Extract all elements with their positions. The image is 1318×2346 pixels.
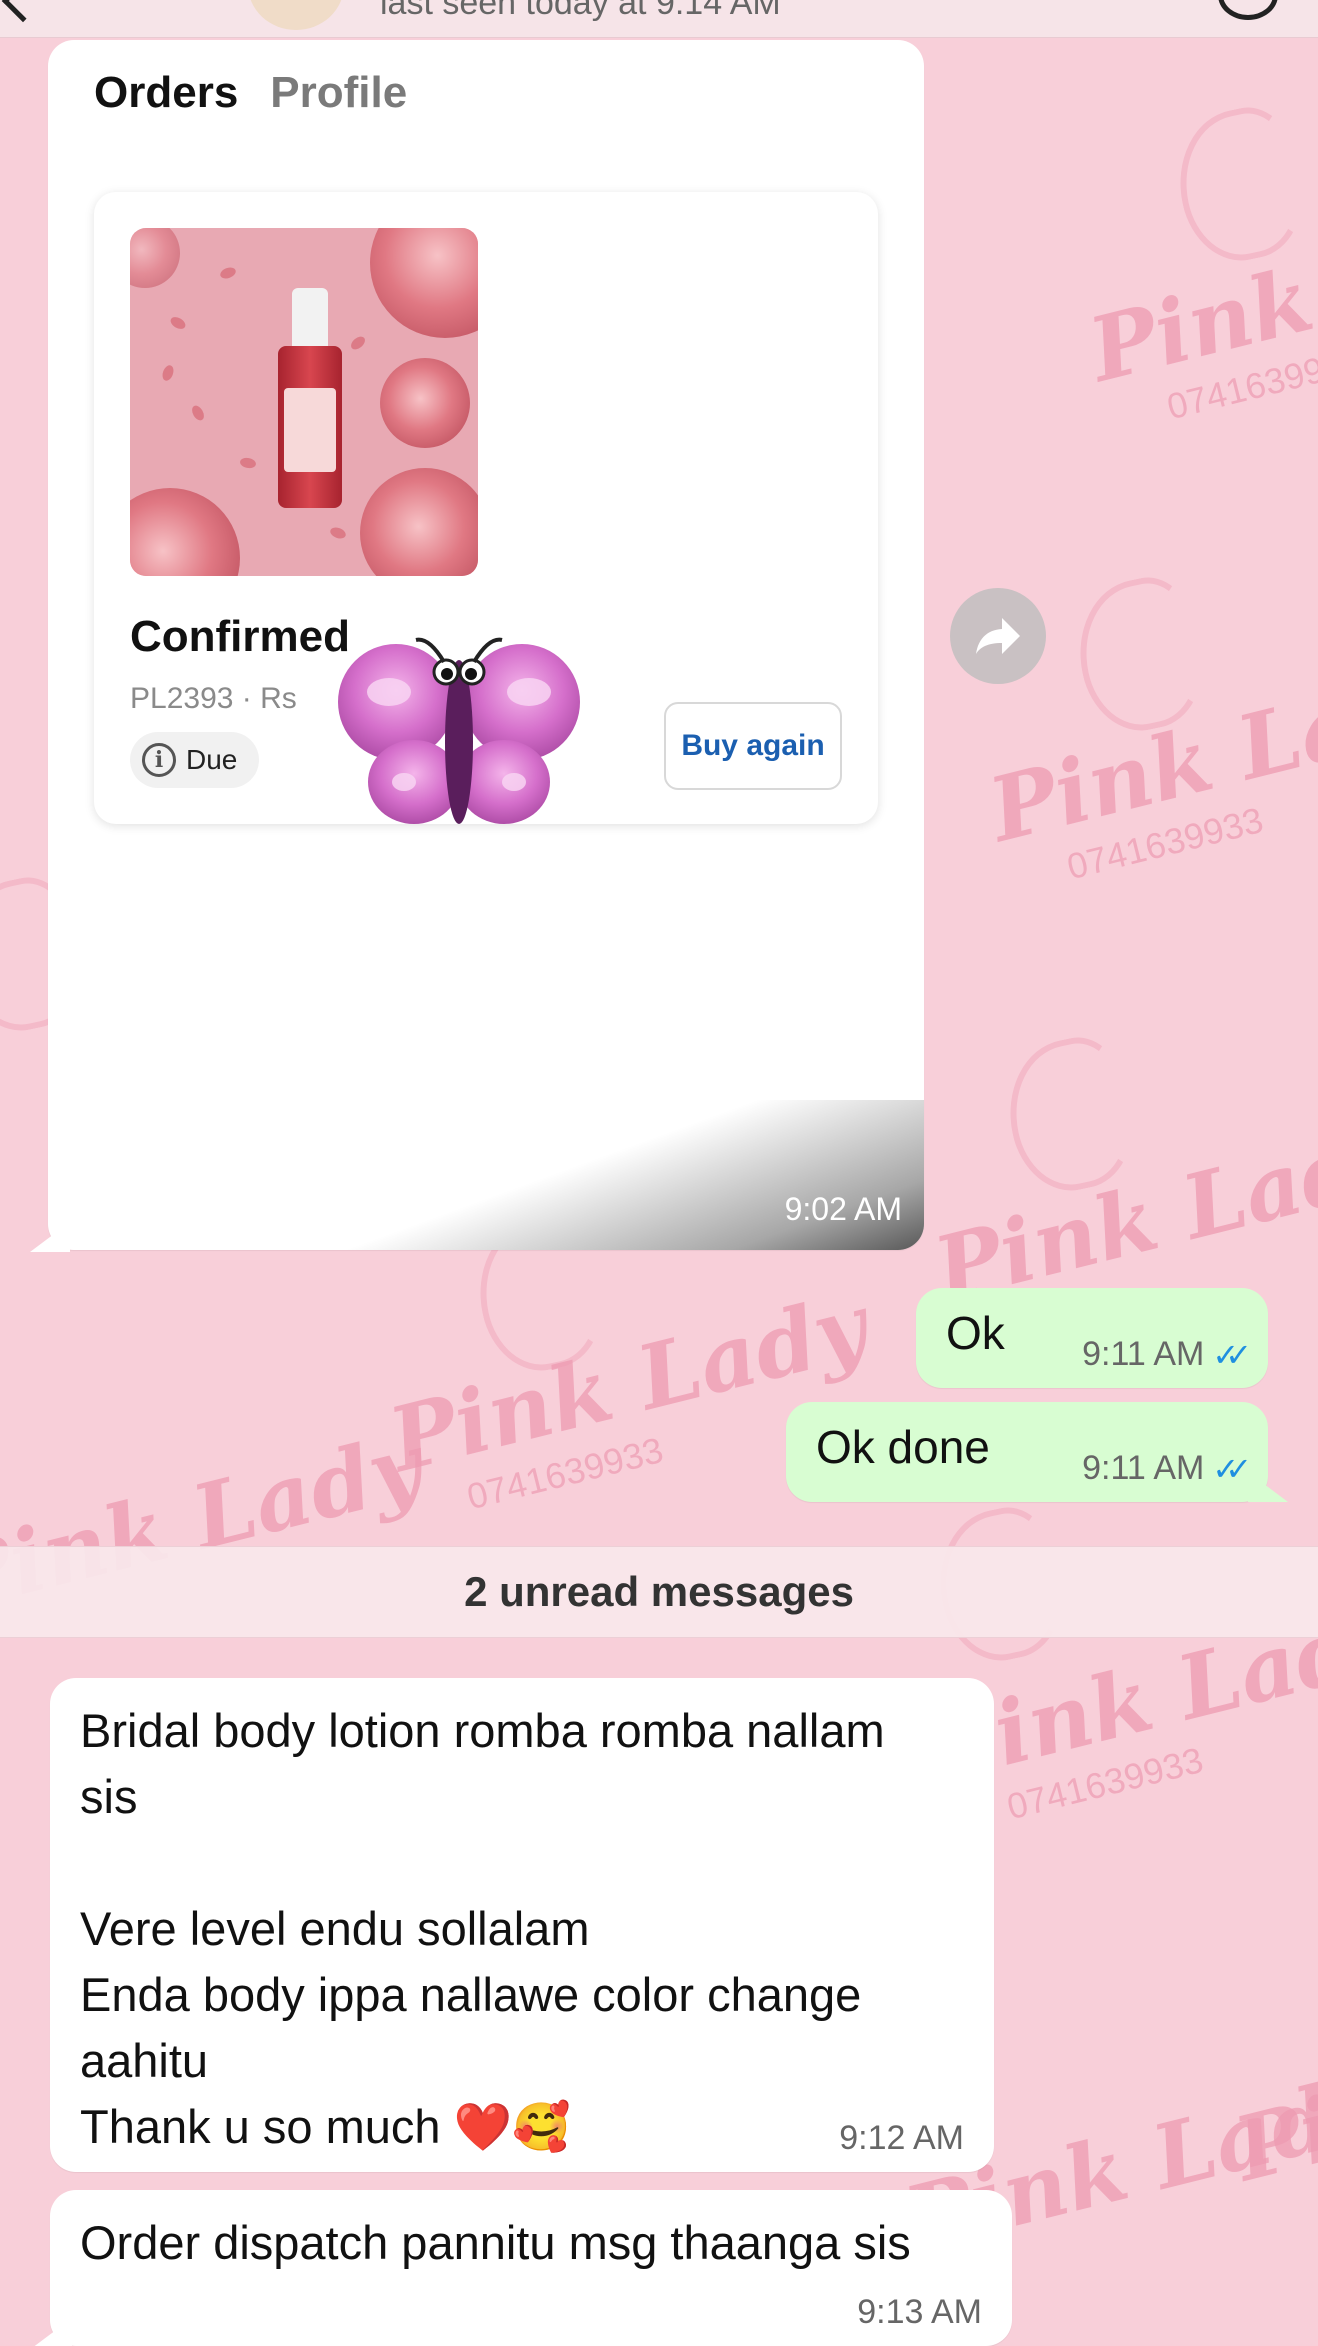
message-text: Order dispatch pannitu msg thaanga sis [80,2216,911,2269]
tab-orders[interactable]: Orders [94,68,238,118]
payment-status-label: Due [186,744,238,775]
message-text: Bridal body lotion romba romba nallam si… [80,1704,885,2153]
order-card[interactable]: Confirmed PL2393 · Rs i Due Buy again [94,192,878,824]
incoming-message[interactable]: Bridal body lotion romba romba nallam si… [50,1678,994,2172]
incoming-message[interactable]: Order dispatch pannitu msg thaanga sis 9… [32,2190,1012,2346]
message-timestamp: 9:12 AM [839,2119,964,2157]
unread-messages-divider: 2 unread messages [0,1546,1318,1638]
order-status: Confirmed [130,612,350,661]
last-seen-status: last seen today at 9:14 AM [380,0,781,22]
avatar[interactable] [248,0,344,30]
message-timestamp: 9:11 AM [1082,1335,1205,1373]
read-receipt-icon: ✓✓ [1212,1450,1251,1487]
buy-again-button[interactable]: Buy again [664,702,842,790]
message-meta: 9:11 AM ✓✓ [1082,1335,1252,1374]
forward-arrow-icon [976,618,1020,654]
chat-header[interactable]: last seen today at 9:14 AM [0,0,1318,38]
call-icon[interactable] [1218,0,1278,20]
order-id-price: PL2393 · Rs [130,682,297,715]
forward-button[interactable] [950,588,1046,684]
payment-status-chip: i Due [130,732,260,788]
outgoing-message[interactable]: Ok 9:11 AM ✓✓ [916,1288,1268,1388]
back-arrow-icon[interactable] [1,0,45,23]
tab-profile[interactable]: Profile [270,68,407,118]
order-tabs: Orders Profile [94,68,407,118]
butterfly-sticker-icon [338,637,580,824]
read-receipt-icon: ✓✓ [1212,1336,1251,1373]
message-meta: 9:11 AM ✓✓ [1082,1449,1252,1488]
outgoing-message[interactable]: Ok done 9:11 AM ✓✓ [786,1402,1288,1502]
message-timestamp: 9:13 AM [857,2293,982,2331]
message-text: Ok [946,1307,1005,1359]
order-message-bubble[interactable]: Orders Profile Confirmed PL2393 · Rs i D… [30,40,924,1252]
message-timestamp: 9:11 AM [1082,1449,1205,1487]
product-image[interactable] [130,228,478,576]
message-timestamp: 9:02 AM [784,1191,902,1227]
product-bottle [278,288,342,508]
info-icon: i [142,743,176,777]
message-text: Ok done [816,1421,990,1473]
